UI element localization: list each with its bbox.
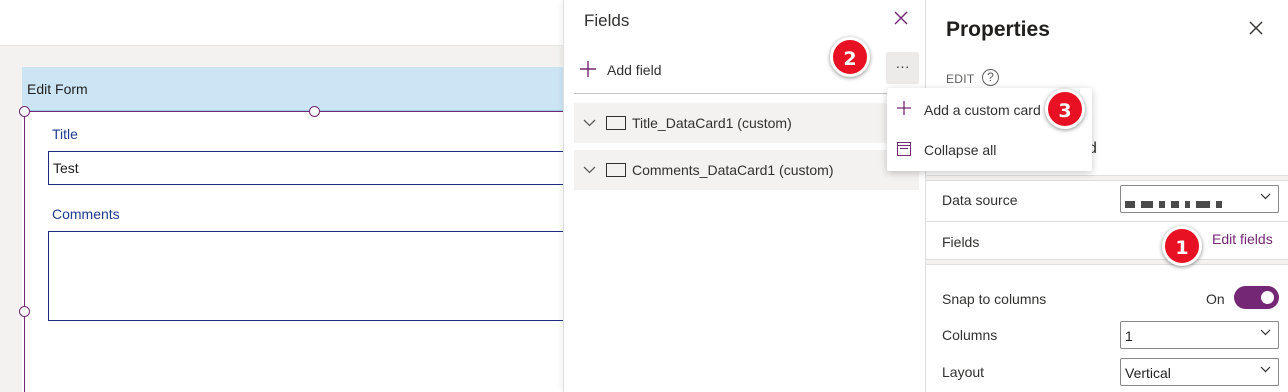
columns-dropdown[interactable]: 1 bbox=[1120, 321, 1279, 349]
snap-to-columns-toggle[interactable] bbox=[1234, 286, 1279, 309]
chevron-down-icon bbox=[1260, 327, 1271, 339]
section-divider bbox=[926, 175, 1288, 181]
comments-field-input[interactable] bbox=[48, 231, 588, 321]
section-divider bbox=[926, 259, 1288, 265]
chevron-down-icon bbox=[1260, 364, 1271, 376]
card-icon bbox=[606, 116, 626, 130]
callout-number: 3 bbox=[1058, 100, 1072, 122]
fields-label: Fields bbox=[942, 234, 980, 250]
title-field-input[interactable]: Test bbox=[48, 151, 588, 185]
chevron-down-icon bbox=[1260, 191, 1271, 203]
edit-fields-link[interactable]: Edit fields bbox=[1212, 231, 1273, 247]
columns-value: 1 bbox=[1125, 328, 1133, 344]
snap-toggle-state: On bbox=[1206, 291, 1225, 307]
add-field-label: Add field bbox=[607, 62, 662, 78]
data-card-row-title[interactable]: Title_DataCard1 (custom) bbox=[574, 103, 919, 143]
callout-number: 2 bbox=[843, 48, 857, 70]
menu-item-label: Collapse all bbox=[924, 142, 997, 158]
chevron-down-icon[interactable] bbox=[583, 163, 597, 177]
layout-value: Vertical bbox=[1125, 365, 1171, 381]
row-divider bbox=[926, 221, 1288, 222]
toggle-knob bbox=[1261, 291, 1274, 304]
callout-badge-1: 1 bbox=[1162, 226, 1202, 266]
more-options-button[interactable]: ··· bbox=[886, 52, 919, 84]
title-field-value: Test bbox=[53, 160, 79, 176]
edit-caption: EDIT bbox=[946, 72, 975, 86]
properties-close-button[interactable] bbox=[1246, 20, 1266, 40]
columns-label: Columns bbox=[942, 327, 998, 343]
resize-handle-top-middle[interactable] bbox=[309, 106, 320, 117]
properties-title: Properties bbox=[946, 18, 1050, 41]
callout-badge-2: 2 bbox=[830, 37, 870, 77]
collapse-icon bbox=[896, 140, 912, 161]
selection-border-left bbox=[24, 111, 25, 392]
data-source-label: Data source bbox=[942, 192, 1018, 208]
form-header[interactable]: Edit Form bbox=[22, 67, 582, 111]
resize-handle-top-left[interactable] bbox=[19, 106, 30, 117]
data-source-dropdown[interactable] bbox=[1120, 185, 1279, 213]
resize-handle-left-middle[interactable] bbox=[19, 306, 30, 317]
fields-panel: Fields Add field ··· Title_DataCard1 (cu… bbox=[563, 0, 926, 392]
layout-dropdown[interactable]: Vertical bbox=[1120, 358, 1279, 386]
canvas-top-strip bbox=[0, 0, 565, 46]
menu-item-label: Add a custom card bbox=[924, 102, 1041, 118]
card-icon bbox=[606, 163, 626, 177]
plus-icon bbox=[896, 100, 912, 121]
layout-label: Layout bbox=[942, 364, 985, 380]
callout-number: 1 bbox=[1175, 237, 1189, 259]
snap-to-columns-label: Snap to columns bbox=[942, 291, 1047, 307]
form-header-label: Edit Form bbox=[27, 81, 88, 97]
help-icon[interactable]: ? bbox=[982, 69, 999, 86]
add-field-button[interactable]: Add field bbox=[578, 58, 661, 82]
callout-badge-3: 3 bbox=[1045, 89, 1085, 129]
close-icon bbox=[1249, 21, 1263, 35]
fields-panel-title: Fields bbox=[584, 11, 630, 30]
comments-field-label: Comments bbox=[52, 206, 120, 222]
selection-border-top bbox=[24, 111, 569, 112]
edit-form[interactable]: Edit Form Title Test Comments bbox=[22, 67, 588, 392]
title-field-label: Title bbox=[52, 126, 78, 142]
data-card-label: Title_DataCard1 (custom) bbox=[632, 115, 792, 131]
plus-icon bbox=[578, 60, 598, 81]
properties-panel: Properties EDIT ? d Data source Fields E… bbox=[926, 0, 1288, 392]
chevron-down-icon[interactable] bbox=[583, 116, 597, 130]
data-card-row-comments[interactable]: Comments_DataCard1 (custom) bbox=[574, 150, 919, 190]
menu-item-collapse-all[interactable]: Collapse all bbox=[887, 131, 1092, 169]
close-icon bbox=[894, 11, 908, 25]
fields-panel-close-button[interactable] bbox=[892, 10, 910, 28]
data-card-label: Comments_DataCard1 (custom) bbox=[632, 162, 834, 178]
redacted-data-source-value bbox=[1125, 195, 1245, 208]
canvas-area: Edit Form Title Test Comments bbox=[0, 0, 588, 392]
fields-panel-divider bbox=[574, 93, 919, 94]
